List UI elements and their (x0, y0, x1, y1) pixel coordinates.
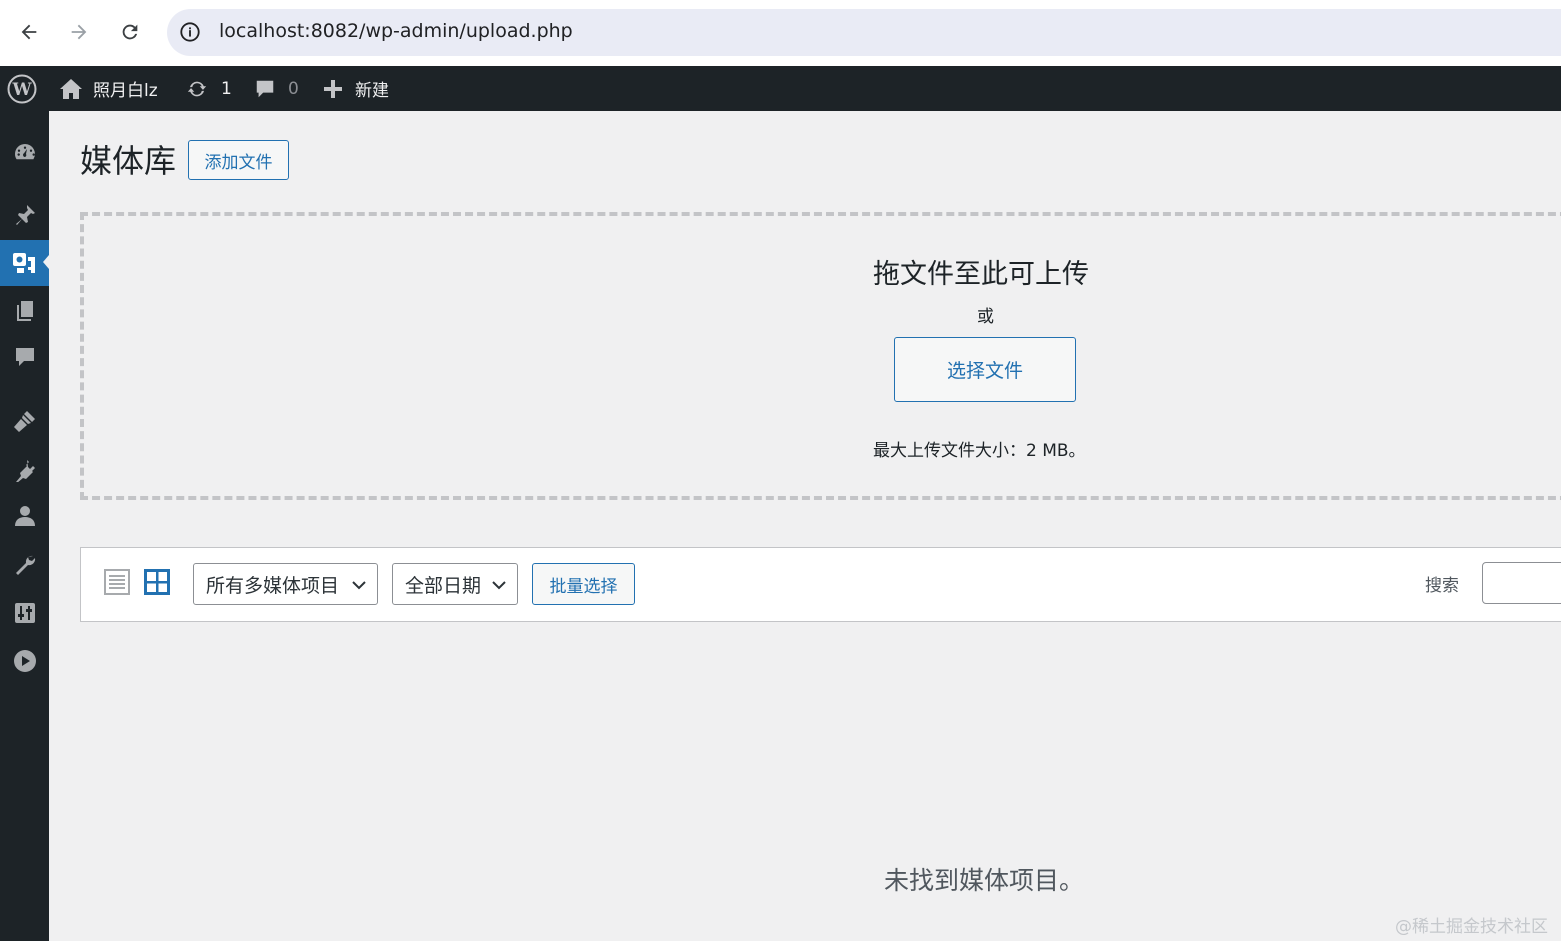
dropzone-title: 拖文件至此可上传 (873, 259, 1089, 290)
wordpress-logo-button[interactable]: W (7, 66, 37, 111)
sidebar-item-tools[interactable] (0, 545, 49, 585)
list-view-icon (104, 569, 130, 595)
dashboard-icon (14, 144, 35, 160)
sidebar-item-comments[interactable] (0, 337, 49, 377)
arrow-right-icon (71, 24, 87, 40)
svg-text:W: W (11, 80, 32, 100)
sidebar-item-plugins[interactable] (0, 450, 49, 490)
admin-sidebar (0, 111, 49, 941)
sidebar-item-appearance[interactable] (0, 401, 49, 441)
home-icon (60, 78, 82, 99)
admin-bar: W 照月白lz 1 0 新建 (0, 66, 1561, 111)
site-name: 照月白lz (93, 81, 158, 101)
sidebar-item-pages[interactable] (0, 291, 49, 331)
grid-view-icon (144, 569, 170, 595)
collapse-play-icon (13, 650, 36, 672)
arrow-left-icon (21, 24, 37, 40)
new-label: 新建 (355, 81, 389, 101)
comment-bubble-icon (256, 80, 274, 97)
chevron-down-icon (352, 581, 366, 590)
info-icon[interactable] (179, 21, 201, 43)
page-title: 媒体库 (80, 142, 177, 180)
sidebar-item-media[interactable] (0, 240, 49, 286)
select-files-button[interactable]: 选择文件 (894, 337, 1076, 402)
sidebar-item-dashboard[interactable] (0, 132, 49, 172)
updates-link[interactable]: 1 (185, 66, 232, 111)
pages-icon (16, 301, 33, 321)
sidebar-collapse[interactable] (0, 641, 49, 681)
search-label: 搜索 (1425, 576, 1459, 596)
watermark: @稀土掘金技术社区 (1395, 917, 1548, 937)
wordpress-logo-icon: W (7, 74, 37, 103)
chevron-down-icon (492, 581, 506, 590)
posts-pin-icon (15, 205, 35, 225)
or-text: 或 (977, 307, 994, 327)
media-icon (12, 253, 35, 273)
settings-sliders-icon (14, 603, 35, 623)
browser-chrome: localhost:8082/wp-admin/upload.php (0, 0, 1561, 66)
max-upload-size: 最大上传文件大小：2 MB。 (873, 441, 1086, 461)
comments-count: 0 (288, 78, 299, 99)
comments-icon (15, 348, 34, 366)
updates-count: 1 (221, 78, 232, 99)
media-type-filter-value: 所有多媒体项目 (206, 574, 340, 597)
date-filter[interactable]: 全部日期 (392, 563, 518, 605)
comments-link[interactable]: 0 (254, 66, 299, 111)
active-indicator (43, 255, 49, 269)
site-name-link[interactable]: 照月白lz (59, 66, 158, 111)
users-icon (14, 506, 35, 526)
url-text: localhost:8082/wp-admin/upload.php (219, 20, 573, 42)
plugins-icon (15, 460, 35, 482)
grid-view-button[interactable] (144, 569, 170, 599)
updates-icon (187, 81, 207, 96)
reload-button[interactable] (112, 14, 148, 50)
address-bar[interactable]: localhost:8082/wp-admin/upload.php (167, 9, 1561, 56)
forward-button[interactable] (61, 14, 97, 50)
add-file-button[interactable]: 添加文件 (188, 140, 289, 180)
plus-icon (324, 79, 342, 98)
appearance-brush-icon (13, 411, 35, 432)
sidebar-item-posts[interactable] (0, 195, 49, 235)
list-view-button[interactable] (104, 569, 130, 599)
no-media-message: 未找到媒体项目。 (884, 866, 1085, 895)
back-button[interactable] (11, 14, 47, 50)
sidebar-item-users[interactable] (0, 496, 49, 536)
search-input[interactable] (1482, 562, 1561, 604)
upload-dropzone[interactable] (80, 212, 1561, 500)
media-type-filter[interactable]: 所有多媒体项目 (193, 563, 378, 605)
tools-wrench-icon (15, 555, 35, 575)
date-filter-value: 全部日期 (405, 574, 482, 597)
bulk-select-button[interactable]: 批量选择 (532, 563, 635, 605)
new-content-link[interactable]: 新建 (323, 66, 389, 111)
reload-icon (122, 24, 138, 40)
sidebar-item-settings[interactable] (0, 593, 49, 633)
